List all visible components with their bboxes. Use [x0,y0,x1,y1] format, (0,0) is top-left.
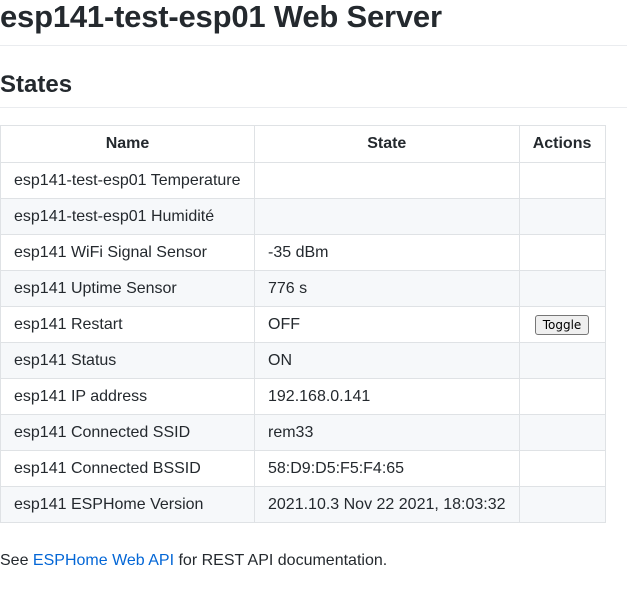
row-state [254,198,520,235]
row-actions [518,486,606,523]
esphome-web-api-link[interactable]: ESPHome Web API [33,552,174,569]
row-state [254,162,520,199]
column-header-state: State [254,125,520,163]
table-row: esp141 ESPHome Version 2021.10.3 Nov 22 … [0,486,606,523]
row-state: 58:D9:D5:F5:F4:65 [254,450,520,487]
row-state: 2021.10.3 Nov 22 2021, 18:03:32 [254,486,520,523]
section-title-states: States [0,68,627,108]
table-row: esp141-test-esp01 Humidité [0,198,606,235]
row-state: rem33 [254,414,520,451]
row-state: -35 dBm [254,234,520,271]
row-name: esp141-test-esp01 Humidité [0,198,255,235]
table-row: esp141 Uptime Sensor 776 s [0,270,606,307]
table-header-row: Name State Actions [0,125,606,163]
row-state: ON [254,342,520,379]
restart-toggle-button[interactable]: Toggle [534,314,590,335]
table-row: esp141 Status ON [0,342,606,379]
row-actions [518,162,606,199]
row-state: 776 s [254,270,520,307]
table-row: esp141 WiFi Signal Sensor -35 dBm [0,234,606,271]
row-name: esp141 WiFi Signal Sensor [0,234,255,271]
row-actions [518,414,606,451]
row-name: esp141 Uptime Sensor [0,270,255,307]
page-title: esp141-test-esp01 Web Server [0,0,627,46]
row-actions [518,450,606,487]
row-actions [518,342,606,379]
footer-note: See ESPHome Web API for REST API documen… [0,550,387,572]
row-name: esp141 Connected SSID [0,414,255,451]
table-row: esp141-test-esp01 Temperature [0,162,606,199]
table-row: esp141 Connected SSID rem33 [0,414,606,451]
row-actions [518,198,606,235]
row-name: esp141 ESPHome Version [0,486,255,523]
row-name: esp141-test-esp01 Temperature [0,162,255,199]
footer-prefix: See [0,552,33,569]
column-header-name: Name [0,125,255,163]
row-name: esp141 Restart [0,306,255,343]
row-actions: Toggle [518,306,606,343]
table-row: esp141 Connected BSSID 58:D9:D5:F5:F4:65 [0,450,606,487]
row-actions [518,270,606,307]
column-header-actions: Actions [518,125,606,163]
footer-suffix: for REST API documentation. [174,552,388,569]
row-name: esp141 IP address [0,378,255,415]
row-actions [518,234,606,271]
row-state: OFF [254,306,520,343]
table-row: esp141 Restart OFF Toggle [0,306,606,343]
row-actions [518,378,606,415]
row-state: 192.168.0.141 [254,378,520,415]
row-name: esp141 Connected BSSID [0,450,255,487]
row-name: esp141 Status [0,342,255,379]
states-table: Name State Actions esp141-test-esp01 Tem… [0,125,606,523]
table-row: esp141 IP address 192.168.0.141 [0,378,606,415]
